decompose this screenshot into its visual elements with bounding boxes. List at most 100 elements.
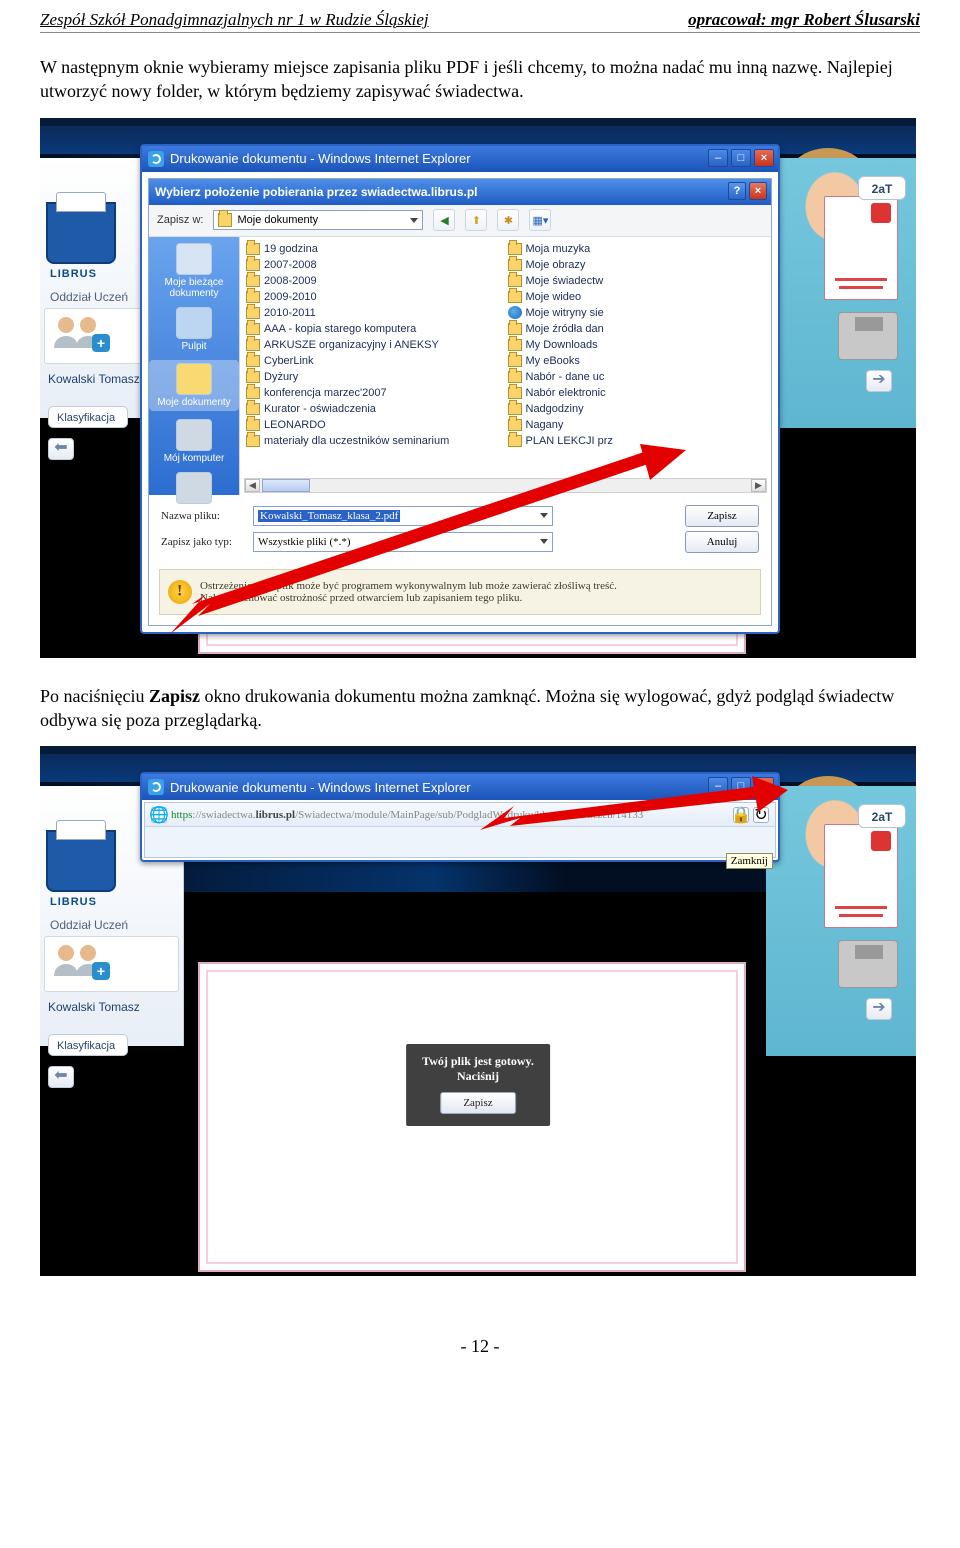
place-documents[interactable]: Moje dokumenty — [149, 360, 239, 411]
zapisz-w-label: Zapisz w: — [157, 214, 203, 226]
place-desktop[interactable]: Pulpit — [149, 307, 239, 352]
zapisz-w-combo[interactable]: Moje dokumenty — [213, 210, 423, 230]
chevron-down-icon — [540, 539, 548, 544]
folder-icon — [508, 387, 522, 399]
list-item[interactable]: 2008-2009 — [244, 273, 506, 289]
list-item[interactable]: Moja muzyka — [506, 241, 768, 257]
klasyfikacja-chip[interactable]: Klasyfikacja — [48, 406, 128, 428]
add-icon[interactable]: + — [92, 962, 110, 980]
folder-icon — [218, 213, 232, 227]
list-item[interactable]: Moje świadectw — [506, 273, 768, 289]
list-item[interactable]: Moje źródła dan — [506, 321, 768, 337]
librus-logo-icon — [46, 202, 116, 264]
close-tooltip: Zamknij — [726, 853, 773, 869]
cancel-button[interactable]: Anuluj — [685, 531, 759, 553]
folder-icon — [246, 403, 260, 415]
class-badge: 2aT — [858, 176, 906, 200]
up-icon[interactable]: ⬆ — [465, 209, 487, 231]
list-item[interactable]: Kurator - oświadczenia — [244, 401, 506, 417]
sidebar-columns: Oddział Uczeń — [50, 290, 128, 304]
place-recent[interactable]: Moje bieżące dokumenty — [149, 243, 239, 299]
header-rule — [40, 32, 920, 33]
folder-icon — [246, 419, 260, 431]
user-name: Kowalski Tomasz — [48, 372, 140, 386]
maximize-button[interactable]: □ — [731, 149, 751, 167]
folder-icon — [508, 275, 522, 287]
folder-icon — [508, 371, 522, 383]
folder-icon — [246, 259, 260, 271]
dialog-close-button[interactable]: × — [749, 182, 767, 200]
help-button[interactable]: ? — [728, 182, 746, 200]
klasyfikacja-chip[interactable]: Klasyfikacja — [48, 1034, 128, 1056]
chevron-down-icon — [540, 513, 548, 518]
minimize-button[interactable]: – — [708, 777, 728, 795]
list-item[interactable]: Nabór - dane uc — [506, 369, 768, 385]
close-button[interactable]: × — [754, 149, 774, 167]
filename-input[interactable]: Kowalski_Tomasz_klasa_2.pdf — [253, 506, 553, 526]
folder-icon — [508, 323, 522, 335]
save-button[interactable]: Zapisz — [685, 505, 759, 527]
ie-titlebar: Drukowanie dokumentu - Windows Internet … — [142, 146, 778, 172]
list-item[interactable]: Moje obrazy — [506, 257, 768, 273]
toast-save-button[interactable]: Zapisz — [440, 1092, 516, 1114]
list-item[interactable]: Nagany — [506, 417, 768, 433]
filetype-combo[interactable]: Wszystkie pliki (*.*) — [253, 532, 553, 552]
list-item[interactable]: 19 godzina — [244, 241, 506, 257]
ie-icon — [148, 779, 164, 795]
close-button[interactable]: × — [754, 777, 774, 795]
save-dialog-title: Wybierz położenie pobierania przez swiad… — [149, 179, 771, 205]
minimize-button[interactable]: – — [708, 149, 728, 167]
views-icon[interactable]: ▦▾ — [529, 209, 551, 231]
folder-icon — [508, 243, 522, 255]
nav-left[interactable]: ⬅ — [48, 438, 74, 460]
list-item[interactable]: Moje witryny sie — [506, 305, 768, 321]
maximize-button[interactable]: □ — [731, 777, 751, 795]
back-icon[interactable]: ◀ — [433, 209, 455, 231]
nav-left[interactable]: ⬅ — [48, 1066, 74, 1088]
list-item[interactable]: 2009-2010 — [244, 289, 506, 305]
list-item[interactable]: AAA - kopia starego komputera — [244, 321, 506, 337]
user-name: Kowalski Tomasz — [48, 1000, 140, 1014]
list-item[interactable]: My Downloads — [506, 337, 768, 353]
horizontal-scrollbar[interactable]: ◀▶ — [244, 478, 767, 493]
nav-right[interactable]: ➔ — [866, 998, 892, 1020]
filename-label: Nazwa pliku: — [161, 510, 243, 522]
list-item[interactable]: Nabór elektronic — [506, 385, 768, 401]
librus-logo-text: LIBRUS — [50, 896, 97, 908]
list-item[interactable]: CyberLink — [244, 353, 506, 369]
folder-icon — [246, 291, 260, 303]
list-item[interactable]: LEONARDO — [244, 417, 506, 433]
folder-icon — [508, 419, 522, 431]
folder-icon — [246, 435, 260, 447]
list-item[interactable]: konferencja marzec'2007 — [244, 385, 506, 401]
ie-titlebar: Drukowanie dokumentu - Windows Internet … — [142, 774, 778, 800]
list-item[interactable]: Moje wideo — [506, 289, 768, 305]
refresh-icon[interactable]: ↻ — [753, 807, 769, 823]
list-item[interactable]: My eBooks — [506, 353, 768, 369]
new-folder-icon[interactable]: ✱ — [497, 209, 519, 231]
list-item[interactable]: Dyżury — [244, 369, 506, 385]
librus-logo-icon — [46, 830, 116, 892]
list-item[interactable]: 2010-2011 — [244, 305, 506, 321]
nav-right[interactable]: ➔ — [866, 370, 892, 392]
folder-icon — [246, 339, 260, 351]
list-item[interactable]: materiały dla uczestników seminarium — [244, 433, 506, 449]
folder-icon — [508, 259, 522, 271]
ie-icon — [148, 151, 164, 167]
ie-title-text: Drukowanie dokumentu - Windows Internet … — [170, 151, 471, 166]
list-item[interactable]: PLAN LEKCJI prz — [506, 433, 768, 449]
list-item[interactable]: ARKUSZE organizacyjny i ANEKSY — [244, 337, 506, 353]
folder-icon — [246, 307, 260, 319]
class-badge: 2aT — [858, 804, 906, 828]
places-bar: Moje bieżące dokumenty Pulpit Moje dokum… — [149, 237, 239, 495]
sidebar-columns: Oddział Uczeń — [50, 918, 128, 932]
folder-icon — [246, 387, 260, 399]
file-list[interactable]: 19 godzina2007-20082008-20092009-2010201… — [239, 237, 771, 495]
address-bar[interactable]: 🌐 https://swiadectwa.librus.pl/Swiadectw… — [145, 803, 775, 827]
add-icon[interactable]: + — [92, 334, 110, 352]
place-computer[interactable]: Mój komputer — [149, 419, 239, 464]
list-item[interactable]: Nadgodziny — [506, 401, 768, 417]
folder-icon — [508, 306, 522, 319]
list-item[interactable]: 2007-2008 — [244, 257, 506, 273]
header-left: Zespół Szkół Ponadgimnazjalnych nr 1 w R… — [40, 10, 429, 30]
